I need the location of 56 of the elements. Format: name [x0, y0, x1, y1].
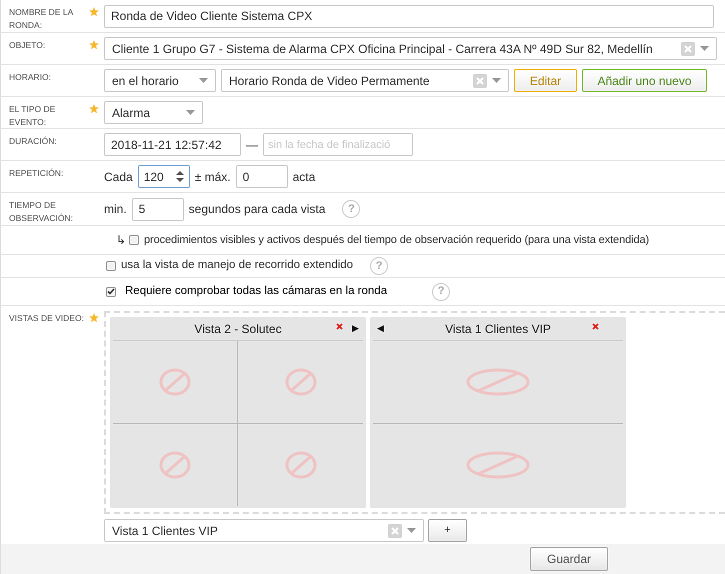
view-title: Vista 2 - Solutec: [194, 320, 282, 338]
schedule-select[interactable]: Horario Ronda de Video Permamente: [221, 69, 509, 92]
next-arrow-button[interactable]: ▶: [352, 321, 359, 335]
view-select[interactable]: Vista 1 Clientes VIP: [104, 519, 424, 542]
field-label: OBJETO:: [9, 39, 46, 52]
caret-icon: [700, 46, 709, 51]
object-select[interactable]: Cliente 1 Grupo G7 - Sistema de Alarma CPX Oficina Principal - Carrera 43A Nº 49D Sur 82, Medellín: [104, 37, 717, 60]
max-field[interactable]: 0: [236, 165, 288, 188]
separator-text: —: [246, 136, 258, 154]
caret-icon: [492, 78, 501, 83]
name-field[interactable]: Ronda de Video Cliente Sistema CPX: [104, 4, 714, 28]
field-label: HORARIO:: [9, 71, 52, 84]
field-label: EL TIPO DE EVENTO:: [9, 103, 56, 128]
checkbox-label: procedimientos visibles y activos después del tiempo de observación requerido (para una vista extendida): [144, 232, 650, 248]
spinner-icon[interactable]: [176, 171, 184, 182]
close-icon[interactable]: [592, 323, 599, 330]
previous-arrow-button[interactable]: ◀: [377, 321, 384, 335]
number-field[interactable]: 120: [138, 165, 190, 188]
field-label: VISTAS DE VIDEO:: [9, 312, 84, 325]
save-button[interactable]: Guardar: [530, 547, 608, 571]
indent-marker: ↳: [116, 232, 126, 249]
event-type-select[interactable]: Alarma: [104, 101, 203, 124]
field-label: DURACIÓN:: [9, 135, 57, 148]
seconds-field[interactable]: 5: [132, 198, 184, 220]
field-label: TIEMPO DE OBSERVACIÓN:: [9, 199, 74, 225]
caret-icon: [186, 110, 195, 115]
close-icon[interactable]: [336, 323, 343, 330]
camera-unavailable-icon: [466, 368, 530, 396]
clear-icon[interactable]: [681, 42, 695, 56]
field-text: min.: [104, 201, 127, 218]
field-text: ± máx.: [194, 168, 231, 186]
field-label: REPETICIÓN:: [9, 167, 64, 180]
add-view-button[interactable]: +: [428, 519, 467, 542]
camera-unavailable-icon: [466, 450, 530, 479]
checkbox-label: usa la vista de manejo de recorrido extendido: [121, 258, 354, 274]
mode-select[interactable]: en el horario: [104, 69, 216, 92]
checkbox-label: Requiere comprobar todas las cámaras en la ronda: [125, 284, 388, 299]
clear-icon[interactable]: [388, 524, 402, 538]
camera-unavailable-icon: [284, 450, 316, 479]
field-text: Cada: [104, 168, 133, 186]
start-date-field[interactable]: 2018-11-21 12:57:42: [104, 133, 241, 156]
field-text: acta: [292, 168, 316, 186]
camera-unavailable-icon: [159, 368, 191, 396]
checkbox[interactable]: [106, 286, 116, 296]
checkbox[interactable]: [106, 261, 116, 271]
checkbox[interactable]: [129, 235, 139, 245]
clear-icon[interactable]: [473, 74, 487, 88]
field-label: NOMBRE DE LA RONDA:: [9, 6, 74, 32]
caret-icon: [407, 528, 416, 533]
caret-icon: [199, 78, 208, 83]
camera-unavailable-icon: [159, 450, 191, 479]
check-icon: [107, 288, 115, 295]
camera-unavailable-icon: [284, 368, 316, 396]
field-text: segundos para cada vista: [188, 201, 326, 218]
add-button[interactable]: Añadir uno nuevo: [582, 69, 707, 92]
view-title: Vista 1 Clientes VIP: [445, 320, 551, 338]
